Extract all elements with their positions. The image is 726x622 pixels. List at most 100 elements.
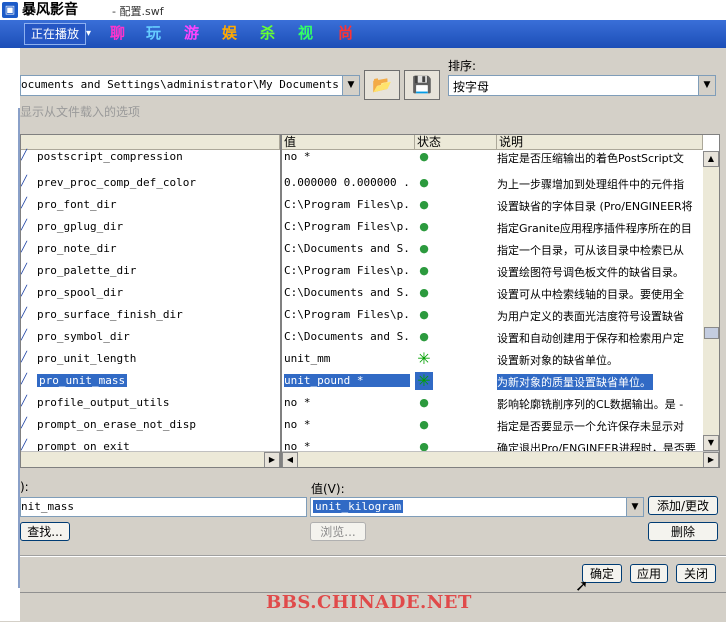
left-hscrollbar[interactable]: ▶ (21, 451, 280, 467)
list-item[interactable]: ╱ pro_unit_length (21, 350, 280, 368)
scroll-down-icon[interactable]: ▼ (703, 435, 719, 451)
option-value: C:\Program Files\p... (284, 264, 410, 277)
find-button[interactable]: 查找... (20, 522, 70, 541)
sort-combobox[interactable]: 按字母 ▼ (448, 75, 716, 96)
apply-button[interactable]: 应用 (630, 564, 668, 583)
status-dot-icon: ● (419, 176, 429, 189)
player-nav-item[interactable]: 玩 (146, 23, 161, 43)
list-item[interactable]: ╱ pro_palette_dir (21, 262, 280, 280)
player-nav-item[interactable]: 视 (298, 23, 313, 43)
list-item[interactable]: ╱ pro_symbol_dir (21, 328, 280, 346)
check-icon: ╱ (21, 264, 28, 275)
table-row[interactable]: no * ● 指定是否压缩输出的着色PostScript文 (282, 148, 719, 166)
player-nav-item[interactable]: 尚 (338, 23, 353, 43)
table-row[interactable]: no * ● 指定是否要显示一个允许保存未显示对 (282, 416, 719, 434)
status-dot-icon: ● (419, 242, 429, 255)
list-item[interactable]: ╱ postscript_compression (21, 148, 280, 166)
open-folder-button[interactable]: 📂 (364, 70, 400, 100)
list-item[interactable]: ╱ pro_spool_dir (21, 284, 280, 302)
sort-value: 按字母 (453, 80, 490, 94)
folder-open-icon: 📂 (372, 75, 392, 94)
check-icon: ╱ (21, 374, 28, 385)
status-dot-icon: ● (419, 396, 429, 409)
chevron-down-icon[interactable]: ▼ (342, 76, 359, 95)
now-playing-button[interactable]: 正在播放 (24, 23, 87, 45)
option-name-input[interactable]: nit_mass (20, 497, 307, 517)
list-item[interactable]: ╱ pro_unit_mass (21, 372, 280, 390)
close-button[interactable]: 关闭 (676, 564, 716, 583)
delete-button[interactable]: 删除 (648, 522, 718, 541)
chevron-down-icon[interactable]: ▼ (626, 498, 643, 516)
player-nav-item[interactable]: 聊 (110, 23, 125, 43)
left-window-strip (0, 48, 20, 621)
option-value: C:\Program Files\p... (284, 220, 410, 233)
table-row[interactable]: C:\Documents and S... ● 设置和自动创建用于保存和检索用户定 (282, 328, 719, 346)
player-nav-item[interactable]: 娱 (222, 23, 237, 43)
status-dot-icon: ● (419, 198, 429, 211)
table-row[interactable]: C:\Program Files\p... ● 指定Granite应用程序插件程序所… (282, 218, 719, 236)
table-row[interactable]: C:\Program Files\p... ● 设置缺省的字体目录 (Pro/ENG… (282, 196, 719, 214)
option-value: C:\Program Files\p... (284, 308, 410, 321)
scroll-up-icon[interactable]: ▲ (703, 151, 719, 167)
save-icon: 💾 (412, 75, 432, 94)
chevron-down-icon[interactable]: ▼ (698, 76, 715, 95)
check-icon: ╱ (21, 220, 28, 231)
table-row[interactable]: C:\Documents and S... ● 指定一个目录，可从该目录中检索已从 (282, 240, 719, 258)
option-description: 设置和自动创建用于保存和检索用户定 (497, 332, 684, 345)
list-item[interactable]: ╱ prompt_on_erase_not_disp (21, 416, 280, 434)
scroll-left-icon[interactable]: ◀ (282, 452, 298, 467)
browse-button[interactable]: 浏览... (310, 522, 366, 541)
option-value: C:\Documents and S... (284, 330, 410, 343)
scroll-thumb[interactable] (704, 327, 719, 339)
path-value: ocuments and Settings\administrator\My D… (21, 78, 339, 91)
option-value: unit_mm (284, 352, 331, 365)
list-item[interactable]: ╱ pro_surface_finish_dir (21, 306, 280, 324)
list-item[interactable]: ╱ prev_proc_comp_def_color (21, 174, 280, 192)
option-values-table[interactable]: 值 状态 说明 no * ● 指定是否压缩输出的着色PostScript文 0.000… (281, 134, 720, 468)
value-combobox[interactable]: unit_kilogram ▼ (310, 497, 644, 517)
table-row[interactable]: C:\Program Files\p... ● 设置绘图符号调色板文件的缺省目录。 (282, 262, 719, 280)
chevron-down-icon[interactable]: ▾ (86, 24, 91, 44)
check-icon: ╱ (21, 308, 28, 319)
save-config-button[interactable]: 💾 (404, 70, 440, 100)
option-description: 设置缺省的字体目录 (Pro/ENGINEER将 (497, 200, 693, 213)
status-dot-icon: ● (419, 418, 429, 431)
option-description: 指定一个目录，可从该目录中检索已从 (497, 244, 684, 257)
scroll-right-icon[interactable]: ▶ (703, 452, 719, 467)
path-combobox[interactable]: ocuments and Settings\administrator\My D… (20, 75, 360, 96)
table-row[interactable]: no * ● 影响轮廓铣削序列的CL数据输出。是 - (282, 394, 719, 412)
list-item[interactable]: ╱ pro_gplug_dir (21, 218, 280, 236)
right-hscrollbar[interactable]: ◀ ▶ (282, 451, 719, 467)
table-row[interactable]: unit_pound * ✳ 为新对象的质量设置缺省单位。 (282, 372, 719, 390)
player-toolbar: 正在播放 ▾ 聊 玩 游 娱 杀 视 尚 (0, 20, 726, 49)
table-row[interactable]: unit_mm ✳ 设置新对象的缺省单位。 (282, 350, 719, 368)
add-change-button[interactable]: 添加/更改 (648, 496, 718, 515)
option-description: 影响轮廓铣削序列的CL数据输出。是 - (497, 398, 684, 411)
option-description: 为新对象的质量设置缺省单位。 (497, 374, 653, 390)
option-name-list[interactable]: ╱ postscript_compression ╱ prev_proc_comp_d… (20, 134, 281, 468)
option-description: 设置新对象的缺省单位。 (497, 354, 618, 367)
status-dot-icon: ● (419, 264, 429, 277)
scroll-right-icon[interactable]: ▶ (264, 452, 280, 467)
value-label: 值(V): (311, 482, 345, 496)
option-value: C:\Documents and S... (284, 286, 410, 299)
value-input-text[interactable]: unit_kilogram (313, 500, 404, 513)
status-dot-icon: ● (419, 150, 429, 163)
option-name: pro_palette_dir (37, 264, 137, 277)
list-item[interactable]: ╱ pro_font_dir (21, 196, 280, 214)
list-item[interactable]: ╱ profile_output_utils (21, 394, 280, 412)
check-icon: ╱ (21, 150, 28, 161)
status-dot-icon: ● (419, 330, 429, 343)
option-label: ): (20, 480, 29, 494)
option-name: prompt_on_erase_not_disp (37, 418, 196, 431)
table-row[interactable]: C:\Documents and S... ● 设置可从中检索线轴的目录。要使用全 (282, 284, 719, 302)
check-icon: ╱ (21, 286, 28, 297)
player-nav-item[interactable]: 杀 (260, 23, 275, 43)
table-row[interactable]: 0.000000 0.000000 ... ● 为上一步骤增加到处理组件中的元件指 (282, 174, 719, 192)
show-loaded-options-checkbox[interactable]: 显示从文件载入的选项 (20, 103, 140, 120)
list-item[interactable]: ╱ pro_note_dir (21, 240, 280, 258)
table-row[interactable]: C:\Program Files\p... ● 为用户定义的表面光洁度符号设置缺省 (282, 306, 719, 324)
option-description: 指定是否要显示一个允许保存未显示对 (497, 420, 684, 433)
right-vscrollbar[interactable]: ▲ ▼ (703, 151, 719, 451)
player-nav-item[interactable]: 游 (184, 23, 199, 43)
